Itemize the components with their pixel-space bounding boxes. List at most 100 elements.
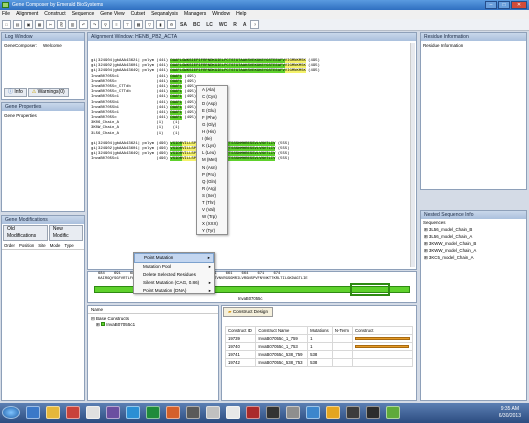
gene-selection-box[interactable] [350, 283, 390, 296]
context-menu-item[interactable]: Mutation Pool ▸ [134, 263, 214, 271]
save-icon[interactable]: ▣ [24, 20, 33, 29]
alignment-row[interactable]: InvaB07055c1 (496) VSIDRVILLSPEEVSETQGTE… [91, 157, 416, 162]
amino-acid-item[interactable]: K (Lys) [197, 142, 227, 149]
wc-button[interactable]: WC [217, 22, 229, 28]
sequence-list-item[interactable]: ⊞ 3KWW_model_Chain_B [424, 240, 526, 247]
amino-acid-item[interactable]: S (Ser) [197, 192, 227, 199]
taskbar-settings-icon[interactable] [286, 406, 300, 419]
filter-icon[interactable]: ▽ [145, 20, 154, 29]
table-row[interactable]: 19742 InvaB07055c_538_753 538 [224, 358, 413, 367]
bc-button[interactable]: BC [191, 22, 202, 28]
residues-conserved[interactable]: DAAFL [170, 95, 183, 100]
residues-conserved[interactable]: DAAFLGWKSIEPIFRFNDKGIELPCTSTGTAAKSVEKGKE… [170, 59, 285, 63]
amino-acid-item[interactable]: P (Pro) [197, 171, 227, 178]
lc-button[interactable]: LC [204, 22, 215, 28]
tree-child[interactable]: ⊞ InvaB07055c1 [91, 322, 215, 328]
amino-acid-item[interactable]: N (Asn) [197, 164, 227, 171]
redo-icon[interactable]: ↷ [90, 20, 99, 29]
minimize-button[interactable]: – [485, 1, 497, 9]
taskbar-folder-icon[interactable] [46, 406, 60, 419]
new-icon[interactable]: □ [2, 20, 11, 29]
undo-icon[interactable]: ↶ [79, 20, 88, 29]
col-site[interactable]: Site [38, 243, 45, 248]
menu-cutset[interactable]: Cutset [131, 10, 145, 19]
context-menu-item[interactable]: Point Mutation (DNA) ▸ [134, 287, 214, 295]
print-icon[interactable]: ▦ [35, 20, 44, 29]
taskbar-pdf-icon[interactable] [246, 406, 260, 419]
amino-acid-item[interactable]: T (Thr) [197, 199, 227, 206]
residues-conserved[interactable]: VSIDR [170, 147, 183, 151]
context-menu-item[interactable]: Silent Mutation (CAG, 0.86) ▸ [134, 279, 214, 287]
residues-conserved[interactable]: DAAFL [170, 84, 183, 89]
residues-conserved[interactable]: VSIDR [170, 152, 183, 157]
residues-conserved[interactable]: DAAFL [170, 105, 183, 110]
residues-conserved[interactable]: DAAFL [170, 116, 183, 121]
open-icon[interactable]: ▤ [13, 20, 22, 29]
sequence-list-item[interactable]: ⊞ 3L56_model_Chain_B [424, 226, 526, 233]
col-construct-id[interactable]: Construct ID [224, 326, 257, 335]
taskbar-word-icon[interactable] [126, 406, 140, 419]
taskbar-terminal-icon[interactable] [266, 406, 280, 419]
taskbar-doc-icon[interactable] [86, 406, 100, 419]
amino-acid-item[interactable]: R (Arg) [197, 185, 227, 192]
col-construct-name[interactable]: Construct Name [255, 326, 309, 335]
copy-icon[interactable]: ⎘ [57, 20, 66, 29]
amino-acid-item[interactable]: W (Trp) [197, 213, 227, 220]
help-icon[interactable]: ? [250, 20, 260, 29]
taskbar-app-icon[interactable] [106, 406, 120, 419]
taskbar-tool-icon[interactable] [186, 406, 200, 419]
amino-acid-item[interactable]: Y (Tyr) [197, 227, 227, 234]
menu-window[interactable]: Window [212, 10, 230, 19]
menu-file[interactable]: File [2, 10, 10, 19]
col-construct[interactable]: Construct [352, 326, 413, 335]
chart-icon[interactable]: ▮ [156, 20, 165, 29]
amino-acid-item[interactable]: F (Phe) [197, 114, 227, 121]
taskbar-notepad-icon[interactable] [226, 406, 240, 419]
taskbar-ie-icon[interactable] [26, 406, 40, 419]
amino-acid-item[interactable]: H (His) [197, 128, 227, 135]
taskbar-calc-icon[interactable] [206, 406, 220, 419]
taskbar-photo-icon[interactable] [326, 406, 340, 419]
residues-conserved[interactable]: DAAFL [170, 79, 183, 84]
sequence-list-item[interactable]: ⊞ 3KWW_model_Chain_A [424, 247, 526, 254]
residues-conserved[interactable]: VSIDR [170, 141, 183, 146]
tab-old-modifications[interactable]: Old Modifications [3, 225, 48, 241]
residues-conserved[interactable]: DAAFLGWKSIEPIFRFNDKGIELPCTSTGTAAKSVEKGKE… [170, 69, 285, 74]
amino-acid-item[interactable]: C (Cys) [197, 93, 227, 100]
col-mode[interactable]: Mode [50, 243, 61, 248]
amino-acid-item[interactable]: G (Gly) [197, 121, 227, 128]
menu-construct[interactable]: Construct [44, 10, 65, 19]
menu-sequence[interactable]: Sequence [72, 10, 95, 19]
taskbar-ppt-icon[interactable] [166, 406, 180, 419]
sa-button[interactable]: SA [178, 22, 189, 28]
amino-acid-item[interactable]: V (Val) [197, 206, 227, 213]
menu-alignment[interactable]: Alignment [16, 10, 38, 19]
menu-managers[interactable]: Managers [184, 10, 206, 19]
amino-acid-item[interactable]: I (Ile) [197, 135, 227, 142]
col-n-term[interactable]: N-Term [331, 326, 354, 335]
menu-seqanalysis[interactable]: Seqanalysis [151, 10, 178, 19]
residues-variable[interactable]: VIGMNKMSK [284, 59, 306, 63]
context-menu-item[interactable]: Point Mutation ▸ [134, 253, 214, 263]
residues-variable[interactable]: VIGMNKMSK [284, 69, 306, 74]
amino-acid-item[interactable]: L (Leu) [197, 149, 227, 156]
tab-new-modifications[interactable]: New Modific [48, 225, 83, 241]
taskbar-genecomposer-icon[interactable] [386, 406, 400, 419]
residues-conserved[interactable]: DAAFLGWKSIEPIFRFNDKGIELPCTSTGTAAKSVEKGKE… [170, 64, 285, 69]
sequence-list-item[interactable]: ⊞ 3KC5_model_Chain_A [424, 254, 526, 261]
r-button[interactable]: R [231, 22, 239, 28]
amino-acid-item[interactable]: X (XXX) [197, 220, 227, 227]
amino-acid-item[interactable]: E (Glu) [197, 107, 227, 114]
alignment-scrollbar[interactable] [410, 43, 415, 267]
taskbar-mail-icon[interactable] [306, 406, 320, 419]
paste-icon[interactable]: ▥ [68, 20, 77, 29]
taskbar-excel-icon[interactable] [146, 406, 160, 419]
system-clock[interactable]: 9:35 AM 6/30/2013 [499, 406, 521, 420]
residues-conserved[interactable]: VSIDR [170, 157, 183, 162]
menu-gene-view[interactable]: Gene View [100, 10, 124, 19]
context-menu-item[interactable]: Delete Selected Residues [134, 271, 214, 279]
table-row[interactable]: 19740 InvaB07055c_1_753 1 [224, 342, 413, 351]
align-icon[interactable]: ≡ [112, 20, 121, 29]
start-button[interactable] [2, 406, 20, 419]
col-position[interactable]: Position [19, 243, 34, 248]
